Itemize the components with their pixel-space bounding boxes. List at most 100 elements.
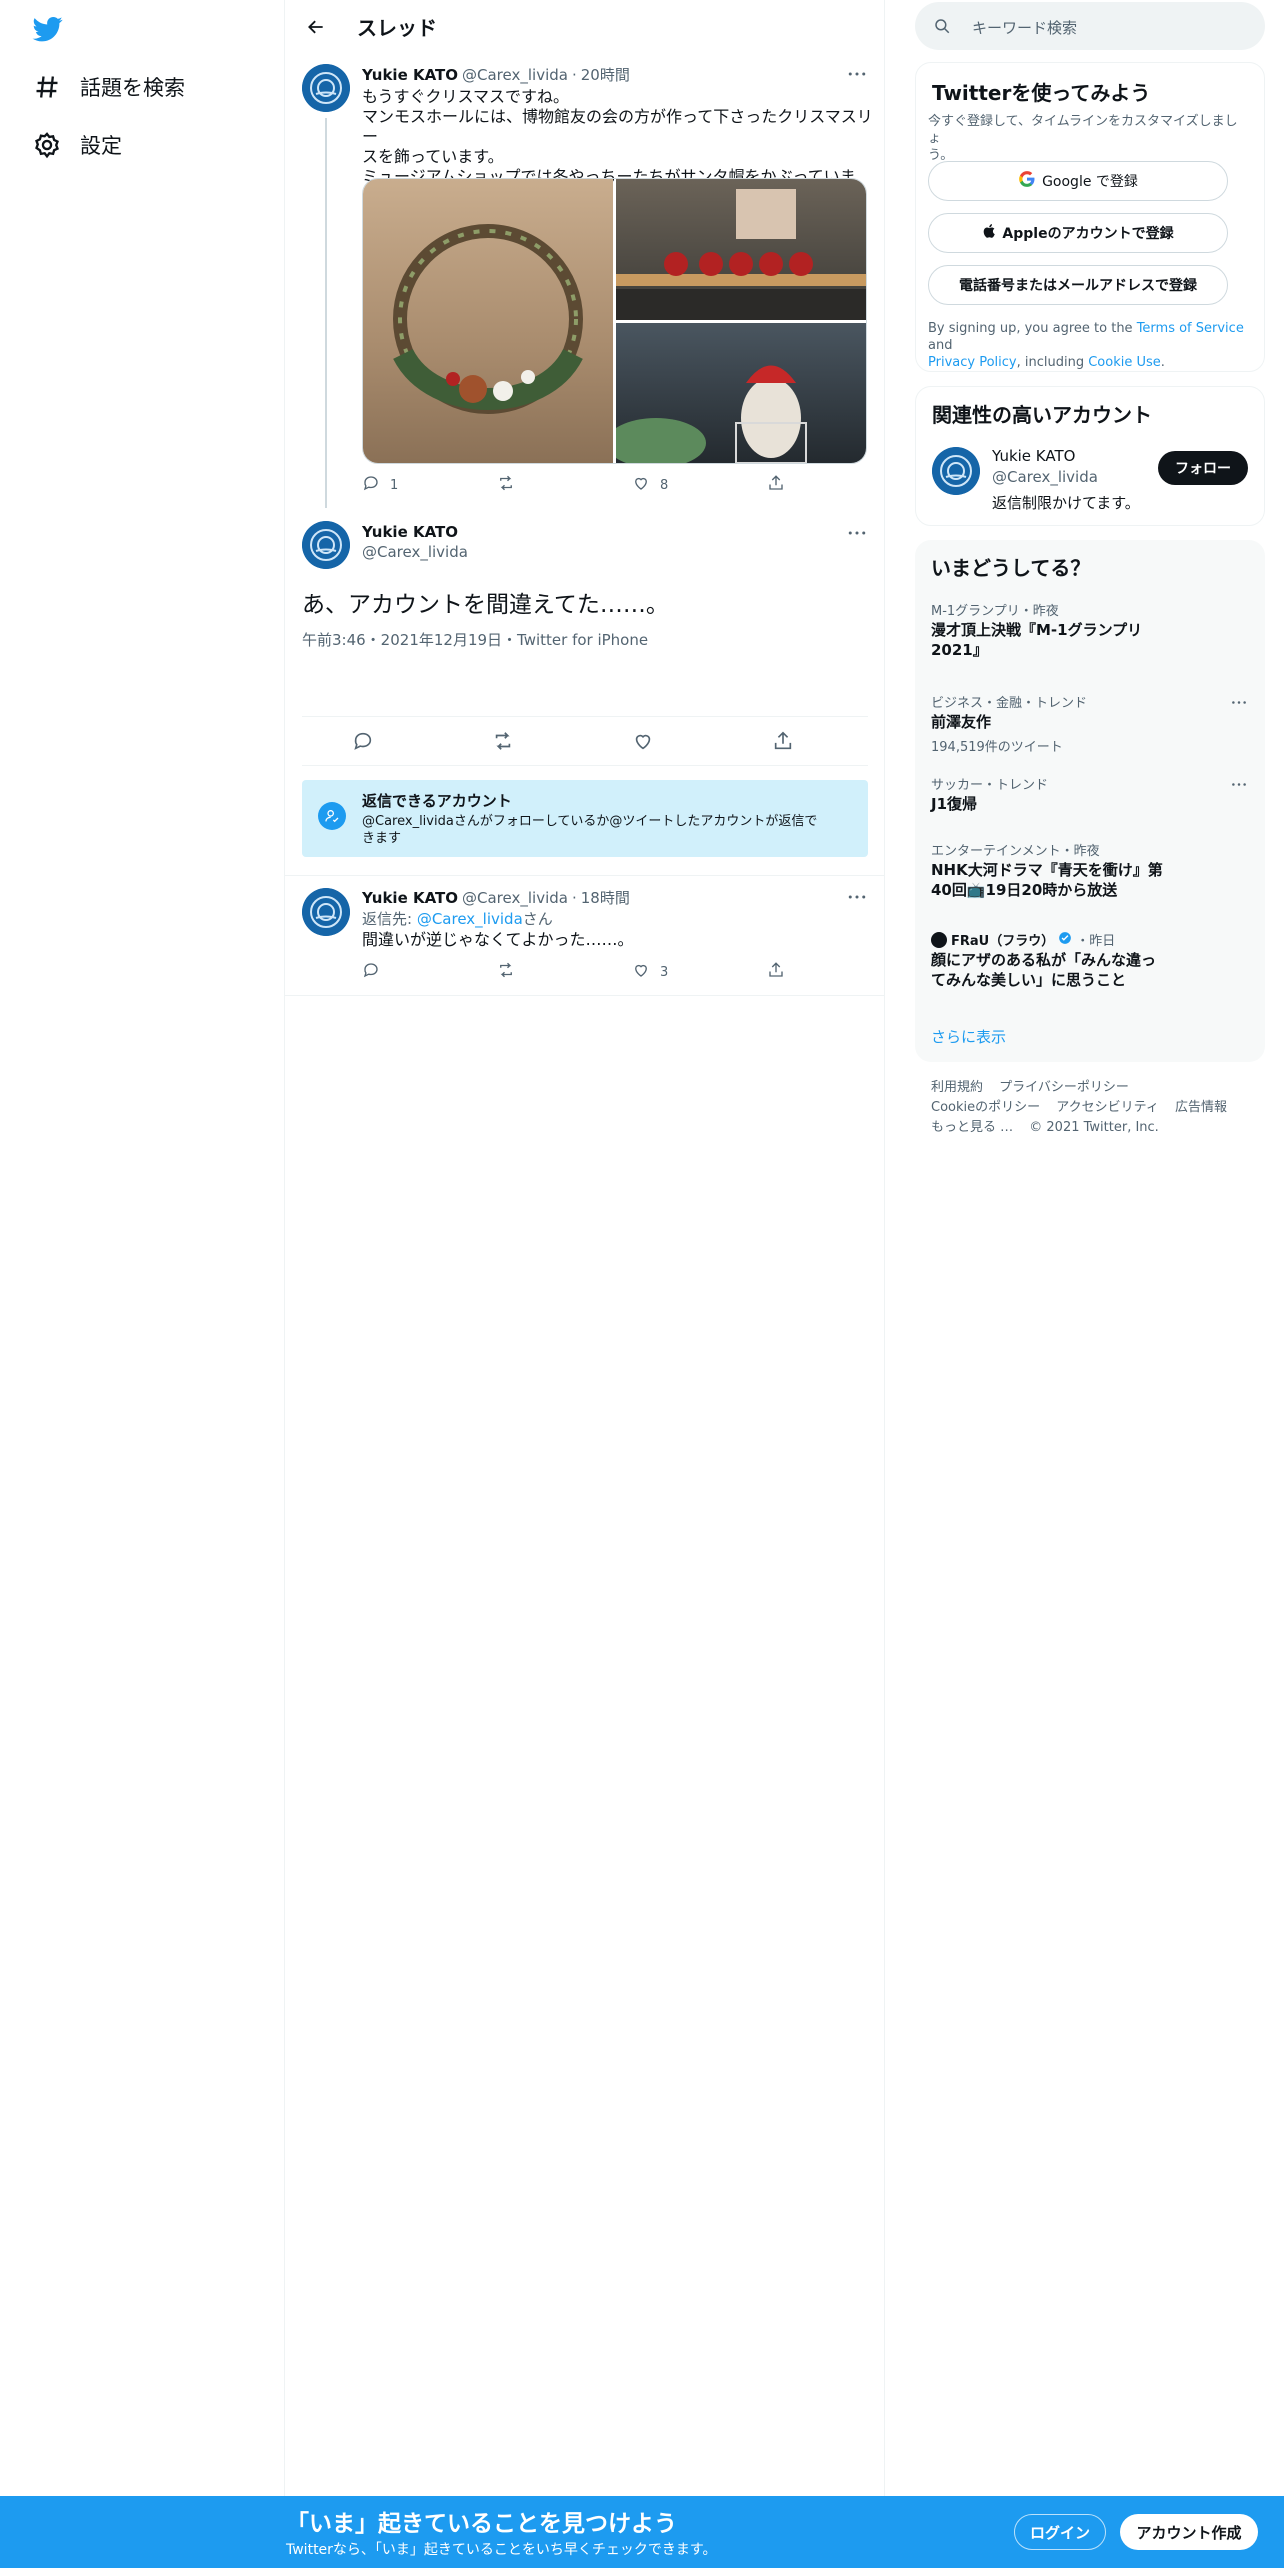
share-icon[interactable] xyxy=(772,730,794,756)
reply-button[interactable]: 1 xyxy=(362,474,398,496)
create-account-button[interactable]: アカウント作成 xyxy=(1120,2514,1258,2550)
reply-count: 1 xyxy=(390,477,399,493)
trend-item[interactable]: FRaU（フラウ） ・昨日 顔にアザのある私が「みんな違っ てみんな美しい」に思… xyxy=(915,930,1265,1002)
cookie-use-link[interactable]: Cookie Use xyxy=(1088,355,1161,370)
bottom-title: 「いま」起きていることを見つけよう xyxy=(286,2511,677,2537)
gear-icon xyxy=(30,128,64,162)
related-bio: 返信制限かけてます。 xyxy=(992,494,1140,512)
tweet[interactable]: Yukie KATO @Carex_livida · 18時間 返信先: @Ca… xyxy=(285,876,885,996)
trend-item[interactable]: エンターテインメント・昨夜 NHK大河ドラマ『青天を衝け』第 40回📺19日20… xyxy=(915,840,1265,912)
related-accounts-card: 関連性の高いアカウント Yukie KATO @Carex_livida 返信制… xyxy=(915,386,1265,526)
reply-to: 返信先: @Carex_lividaさん xyxy=(362,908,553,929)
trend-item[interactable]: ビジネス・金融・トレンド 前澤友作 194,519件のツイート xyxy=(915,692,1265,755)
photo-santa-figure[interactable] xyxy=(606,323,866,463)
twitter-logo-icon[interactable] xyxy=(32,14,64,44)
reply-to-prefix: 返信先: xyxy=(362,910,417,928)
reply-button[interactable] xyxy=(362,961,380,983)
author-handle[interactable]: @Carex_livida xyxy=(362,543,468,561)
avatar[interactable] xyxy=(302,521,350,569)
media-grid[interactable] xyxy=(362,178,867,464)
verified-badge-icon xyxy=(1058,931,1072,949)
retweet-icon[interactable] xyxy=(492,730,514,756)
like-button[interactable]: 8 xyxy=(632,474,668,496)
related-name[interactable]: Yukie KATO xyxy=(992,447,1075,465)
page-title: スレッド xyxy=(357,16,437,40)
more-icon[interactable] xyxy=(845,887,869,907)
avatar[interactable] xyxy=(302,888,350,936)
footer-link[interactable]: 利用規約 xyxy=(931,1080,983,1095)
trend-title: 40回📺19日20時から放送 xyxy=(931,881,1118,899)
reply-icon xyxy=(362,963,380,983)
footer-link[interactable]: 広告情報 xyxy=(1175,1100,1227,1115)
trend-meta: サッカー・トレンド xyxy=(931,778,1049,793)
heart-icon[interactable] xyxy=(632,730,654,756)
more-icon[interactable] xyxy=(845,64,869,84)
footer-links: 利用規約 プライバシーポリシー Cookieのポリシー アクセシビリティ 広告情… xyxy=(931,1078,1261,1138)
author-name[interactable]: Yukie KATO xyxy=(362,66,458,84)
main-column: スレッド Yukie KATO @Carex_livida · 20時間 もうす… xyxy=(285,0,885,2500)
tweet[interactable]: Yukie KATO @Carex_livida · 20時間 もうすぐクリスマ… xyxy=(285,56,885,508)
trends-card: いまどうしてる？ M-1グランプリ・昨夜 漫才頂上決戦『M-1グランプリ 202… xyxy=(915,540,1265,1062)
footer-link[interactable]: Cookieのポリシー xyxy=(931,1100,1040,1115)
retweet-button[interactable] xyxy=(497,961,515,983)
photo-wreath[interactable] xyxy=(363,179,613,463)
apple-signup-button[interactable]: Appleのアカウントで登録 xyxy=(928,213,1228,253)
sidebar-item-label: 設定 xyxy=(80,134,122,158)
tweet-meta[interactable]: 午前3:46・2021年12月19日・Twitter for iPhone xyxy=(302,629,648,650)
tweet-time[interactable]: 18時間 xyxy=(581,887,630,908)
login-button[interactable]: ログイン xyxy=(1014,2514,1106,2550)
separator-dot: · xyxy=(571,889,577,907)
author-name[interactable]: Yukie KATO xyxy=(362,889,458,907)
more-icon[interactable] xyxy=(1227,774,1251,794)
trend-item[interactable]: M-1グランプリ・昨夜 漫才頂上決戦『M-1グランプリ 2021』 xyxy=(915,600,1265,672)
share-button[interactable] xyxy=(767,474,785,496)
trend-time: ・昨日 xyxy=(1076,934,1116,949)
phone-email-signup-button[interactable]: 電話番号またはメールアドレスで登録 xyxy=(928,265,1228,305)
like-count: 3 xyxy=(660,964,669,980)
bottom-signup-bar: 「いま」起きていることを見つけよう Twitterなら、「いま」起きていることを… xyxy=(0,2496,1284,2568)
phone-email-signup-label: 電話番号またはメールアドレスで登録 xyxy=(959,278,1197,294)
footer-copyright: © 2021 Twitter, Inc. xyxy=(1029,1120,1159,1135)
avatar[interactable] xyxy=(932,447,980,495)
trend-title: 2021』 xyxy=(931,641,988,659)
trend-item[interactable]: サッカー・トレンド J1復帰 xyxy=(915,774,1265,820)
focused-tweet-text: あ、アカウントを間違えてた……。 xyxy=(302,592,669,618)
terms-text: By signing up, you agree to the xyxy=(928,321,1137,336)
footer-more-link[interactable]: もっと見る … xyxy=(931,1120,1013,1135)
follow-button[interactable]: フォロー xyxy=(1158,451,1248,485)
search-input[interactable]: キーワード検索 xyxy=(915,2,1265,50)
avatar[interactable] xyxy=(302,64,350,112)
author-handle[interactable]: @Carex_livida xyxy=(462,66,568,84)
back-arrow-icon[interactable] xyxy=(299,12,333,42)
sidebar-item-settings[interactable]: 設定 xyxy=(30,125,122,165)
footer-link[interactable]: プライバシーポリシー xyxy=(999,1080,1129,1095)
reply-icon xyxy=(362,474,380,496)
show-more-link[interactable]: さらに表示 xyxy=(931,1026,1006,1047)
separator-dot: · xyxy=(571,66,577,84)
related-handle[interactable]: @Carex_livida xyxy=(992,468,1098,486)
author-name[interactable]: Yukie KATO xyxy=(362,523,468,541)
signup-title: Twitterを使ってみよう xyxy=(932,81,1151,105)
more-icon[interactable] xyxy=(845,523,869,543)
notice-title: 返信できるアカウント xyxy=(362,792,512,810)
more-icon[interactable] xyxy=(1227,692,1251,712)
tweet-time[interactable]: 20時間 xyxy=(581,64,630,85)
terms-of-service-link[interactable]: Terms of Service xyxy=(1137,321,1244,336)
signup-terms: By signing up, you agree to the Terms of… xyxy=(928,320,1248,371)
photo-santa-hats[interactable] xyxy=(616,179,866,320)
heart-icon xyxy=(632,474,650,496)
apple-signup-label: Appleのアカウントで登録 xyxy=(1002,226,1174,242)
sidebar-item-explore[interactable]: 話題を検索 xyxy=(30,67,185,107)
reply-to-handle[interactable]: @Carex_livida xyxy=(417,910,523,928)
author-handle[interactable]: @Carex_livida xyxy=(462,889,568,907)
google-signup-label: Google で登録 xyxy=(1042,174,1138,190)
retweet-button[interactable] xyxy=(497,474,515,496)
footer-link[interactable]: アクセシビリティ xyxy=(1056,1100,1159,1115)
google-icon xyxy=(1018,170,1036,192)
google-signup-button[interactable]: Google で登録 xyxy=(928,161,1228,201)
like-button[interactable]: 3 xyxy=(632,961,668,983)
divider xyxy=(302,765,868,766)
reply-icon[interactable] xyxy=(352,730,374,756)
share-button[interactable] xyxy=(767,961,785,983)
privacy-policy-link[interactable]: Privacy Policy xyxy=(928,355,1017,370)
